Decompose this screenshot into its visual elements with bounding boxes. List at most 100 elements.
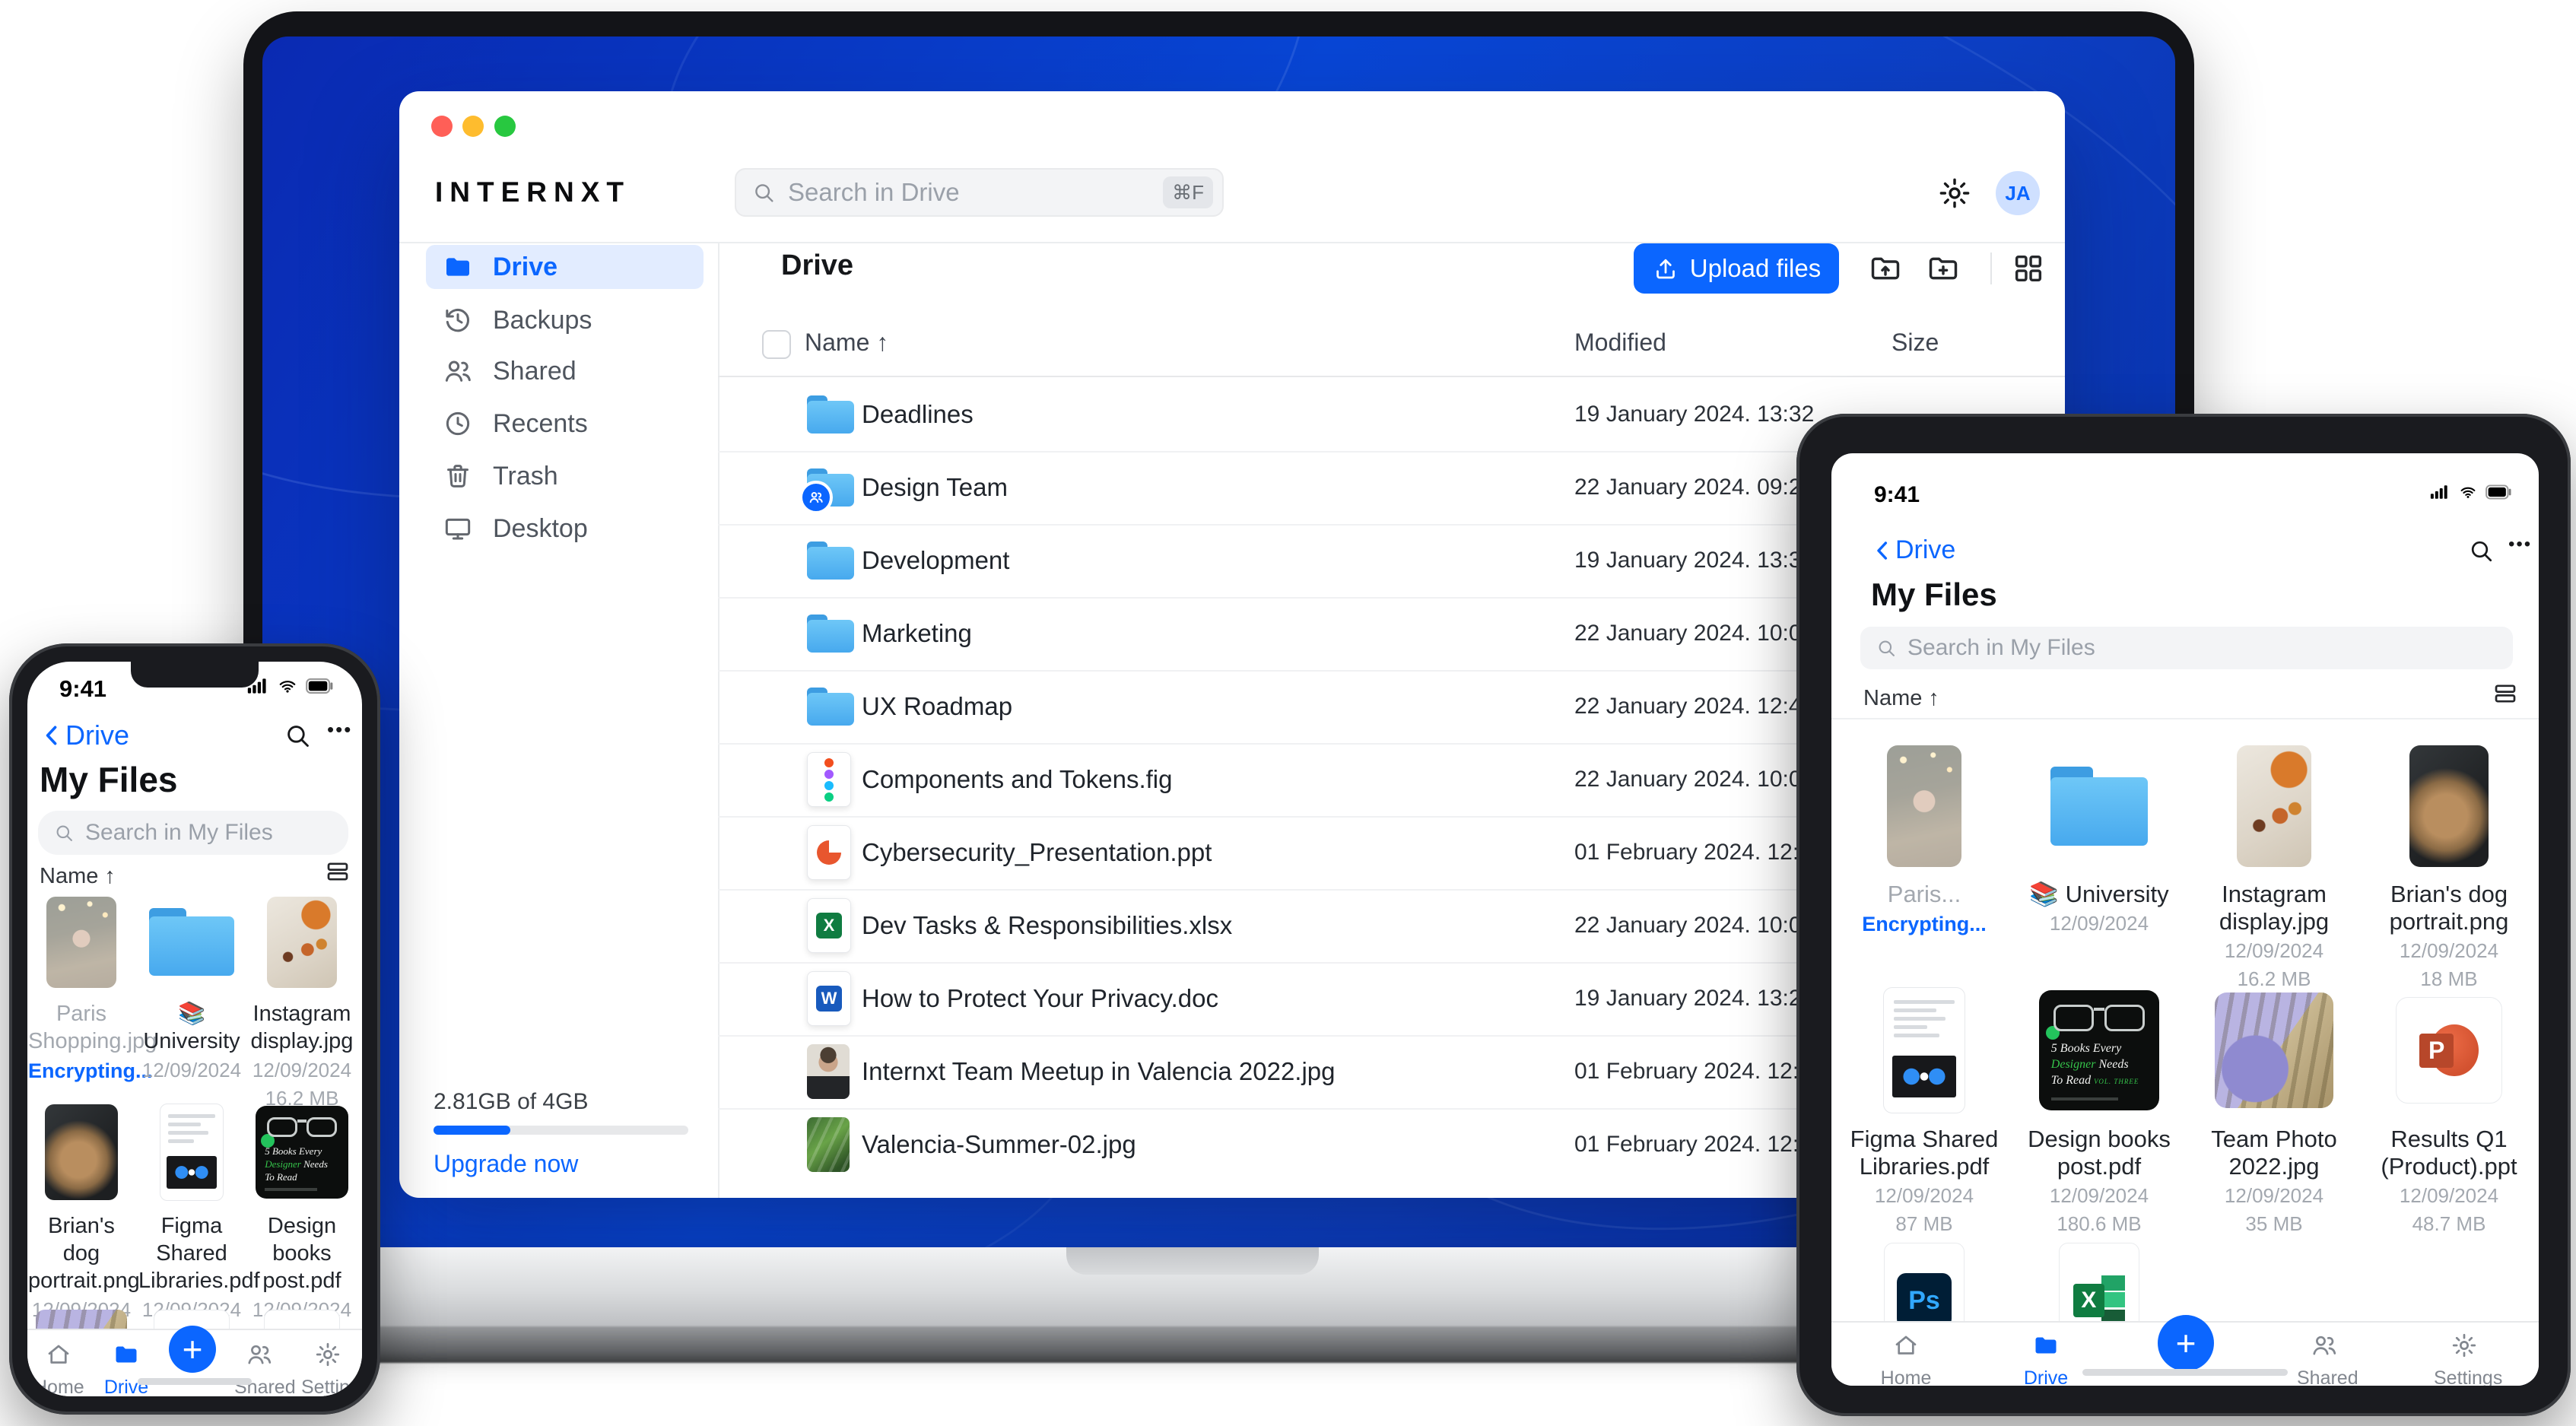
add-new-button[interactable]: +	[169, 1326, 216, 1373]
more-options-button[interactable]: •••	[2508, 534, 2532, 555]
file-tile[interactable]: Paris... Encrypting...	[1837, 742, 2012, 936]
tab-settings[interactable]: Settings	[2434, 1332, 2502, 1386]
status-bar-time: 9:41	[59, 675, 107, 702]
file-tile[interactable]: P Results Q1 (Product).ppt 12/09/2024 48…	[2362, 986, 2536, 1237]
search-bar[interactable]	[1860, 627, 2513, 669]
back-to-drive-button[interactable]: Drive	[40, 719, 129, 751]
zoom-window-button[interactable]	[494, 116, 516, 137]
upload-files-button[interactable]: Upload files	[1634, 243, 1839, 294]
search-icon	[53, 822, 75, 843]
toolbar-divider	[1990, 252, 1992, 284]
file-tile[interactable]: Figma Shared Libraries.pdf 12/09/2024 87…	[1837, 986, 2012, 1237]
file-name: Paris Shopping.jpg	[28, 1002, 157, 1053]
file-tile[interactable]: Instagram display.jpg 12/09/2024 16.2 MB	[2187, 742, 2362, 992]
sidebar-item-drive[interactable]: Drive	[426, 245, 704, 289]
sort-ascending-arrow: ↑	[876, 329, 889, 356]
window-header: INTERNXT ⌘F JA	[399, 91, 2065, 243]
photo-thumbnail	[807, 1044, 850, 1099]
file-size: 180.6 MB	[2057, 1212, 2142, 1235]
file-tile[interactable]: 5 Books Every Designer Needs To Read VOL…	[2012, 986, 2187, 1237]
settings-gear-button[interactable]	[1937, 176, 1972, 213]
photo-thumbnail	[807, 1117, 850, 1172]
home-indicator[interactable]	[138, 1378, 252, 1385]
photo-thumbnail	[46, 896, 116, 988]
my-files-search-input[interactable]	[1906, 634, 2498, 662]
shared-folder-icon	[799, 468, 854, 514]
tab-label: Drive	[2023, 1367, 2069, 1386]
sidebar-item-recents[interactable]: Recents	[426, 402, 704, 446]
tab-drive[interactable]: Drive	[101, 1341, 151, 1396]
column-modified[interactable]: Modified	[1574, 329, 1666, 357]
list-view-icon	[2492, 680, 2519, 707]
folder-tile[interactable]: 📚 University 12/09/2024	[138, 894, 245, 1083]
add-new-button[interactable]: +	[2158, 1315, 2214, 1371]
list-view-button[interactable]	[2492, 680, 2519, 710]
file-name: UX Roadmap	[862, 692, 1013, 720]
iphone-device: 9:41 Drive ••• My Files Name ↑	[9, 643, 380, 1415]
file-size: 35 MB	[2245, 1212, 2303, 1235]
file-tile[interactable]: Brian's dog portrait.png 12/09/2024 18 M…	[2362, 742, 2536, 992]
tab-shared[interactable]: Shared	[234, 1341, 296, 1396]
tab-shared[interactable]: Shared	[2297, 1332, 2358, 1386]
folder-icon	[149, 907, 234, 977]
select-all-checkbox[interactable]	[762, 330, 791, 359]
encrypting-status: Encrypting...	[28, 1059, 153, 1082]
sidebar-item-shared[interactable]: Shared	[426, 349, 704, 393]
tab-drive[interactable]: Drive	[2019, 1332, 2073, 1386]
sidebar-item-trash[interactable]: Trash	[426, 454, 704, 498]
search-bar[interactable]	[38, 811, 348, 855]
upload-folder-button[interactable]	[1868, 251, 1903, 286]
file-tile[interactable]: Team Photo 2022.jpg 12/09/2024 35 MB	[2187, 986, 2362, 1237]
upgrade-now-link[interactable]: Upgrade now	[434, 1150, 578, 1178]
minimize-window-button[interactable]	[462, 116, 484, 137]
powerpoint-file-card: P	[2396, 997, 2502, 1104]
column-name[interactable]: Name ↑	[805, 329, 888, 357]
page-title: My Files	[40, 760, 178, 799]
window-controls[interactable]	[431, 116, 523, 141]
status-bar-time: 9:41	[1874, 482, 1920, 507]
grid-view-button[interactable]	[2011, 251, 2046, 286]
folder-tile[interactable]: 📚 University 12/09/2024	[2012, 742, 2187, 936]
trash-icon	[443, 461, 473, 491]
file-tile[interactable]: Paris Shopping.jpg Encrypting...	[28, 894, 157, 1083]
chevron-left-icon	[40, 723, 65, 748]
file-tile[interactable]: Instagram display.jpg 12/09/2024 16.2 MB	[249, 894, 355, 1111]
file-modified: 19 January 2024. 13:25	[1574, 986, 1815, 1011]
close-window-button[interactable]	[431, 116, 453, 137]
tab-home[interactable]: Home	[1879, 1332, 1933, 1386]
status-bar-icons	[2429, 484, 2513, 500]
upload-icon	[1652, 255, 1679, 282]
sort-by-name[interactable]: Name ↑	[40, 864, 116, 889]
more-options-button[interactable]: •••	[327, 718, 352, 742]
sidebar-item-desktop[interactable]: Desktop	[426, 507, 704, 551]
file-name: Brian's dog portrait.png	[2389, 881, 2509, 935]
book-cover-thumbnail: 5 Books Every Designer Needs To Read	[256, 1106, 348, 1199]
new-folder-button[interactable]	[1926, 251, 1961, 286]
sidebar-item-backups[interactable]: Backups	[426, 298, 704, 342]
file-modified: 19 January 2024. 13:32	[1574, 402, 1815, 427]
drive-search-bar[interactable]: ⌘F	[735, 168, 1224, 217]
folder-icon	[807, 615, 854, 653]
sidebar-item-label: Desktop	[493, 513, 588, 543]
search-button[interactable]	[283, 721, 312, 752]
file-modified: 22 January 2024. 10:08	[1574, 913, 1815, 938]
home-icon	[45, 1341, 72, 1368]
file-name: Results Q1 (Product).ppt	[2381, 1126, 2517, 1180]
tab-home[interactable]: Home	[33, 1341, 84, 1396]
home-indicator[interactable]	[2082, 1369, 2288, 1376]
people-icon	[246, 1341, 273, 1368]
avatar[interactable]: JA	[1996, 171, 2040, 215]
file-modified: 01 February 2024. 12:32	[1574, 1132, 1825, 1157]
list-view-button[interactable]	[324, 858, 351, 888]
sort-by-name[interactable]: Name ↑	[1863, 686, 1939, 711]
column-size[interactable]: Size	[1892, 329, 1939, 357]
pdf-thumbnail	[1883, 987, 1965, 1113]
search-button[interactable]	[2467, 537, 2495, 567]
sidebar-item-label: Drive	[493, 252, 558, 281]
tab-settings[interactable]: Settings	[301, 1341, 362, 1396]
file-name: Instagram display.jpg	[250, 1002, 354, 1053]
gear-icon	[2451, 1332, 2478, 1359]
drive-search-input[interactable]	[786, 177, 1164, 208]
back-to-drive-button[interactable]: Drive	[1871, 535, 1955, 565]
my-files-search-input[interactable]	[84, 819, 333, 846]
